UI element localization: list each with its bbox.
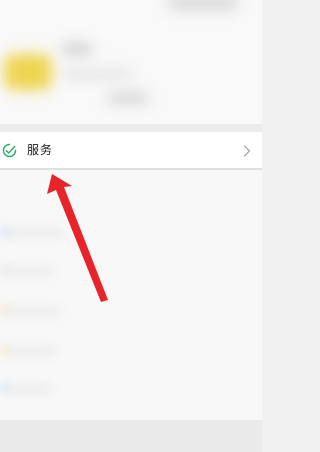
menu-list-blurred [0, 170, 262, 452]
blurred-status [108, 92, 148, 104]
services-menu-item[interactable]: 服务 [0, 132, 262, 170]
blurred-menu-item [8, 268, 54, 274]
blurred-menu-item [8, 386, 52, 392]
services-label: 服务 [27, 143, 54, 157]
section-divider [0, 124, 262, 132]
bottom-tab-bar-blurred [0, 420, 262, 452]
wechat-pay-check-icon [2, 143, 17, 158]
blurred-topbar [168, 0, 238, 10]
blurred-menu-item [8, 230, 64, 236]
blurred-nickname [62, 44, 92, 54]
profile-card-blurred[interactable] [0, 0, 262, 124]
me-page-screen: 服务 [0, 0, 262, 452]
blurred-menu-item [8, 308, 60, 314]
profile-blur-layer [0, 0, 262, 124]
blurred-account-id [62, 70, 132, 78]
blurred-menu-item [8, 348, 56, 354]
chevron-right-icon [243, 145, 251, 157]
avatar [4, 54, 52, 90]
menu-list-blur-layer [0, 170, 262, 452]
